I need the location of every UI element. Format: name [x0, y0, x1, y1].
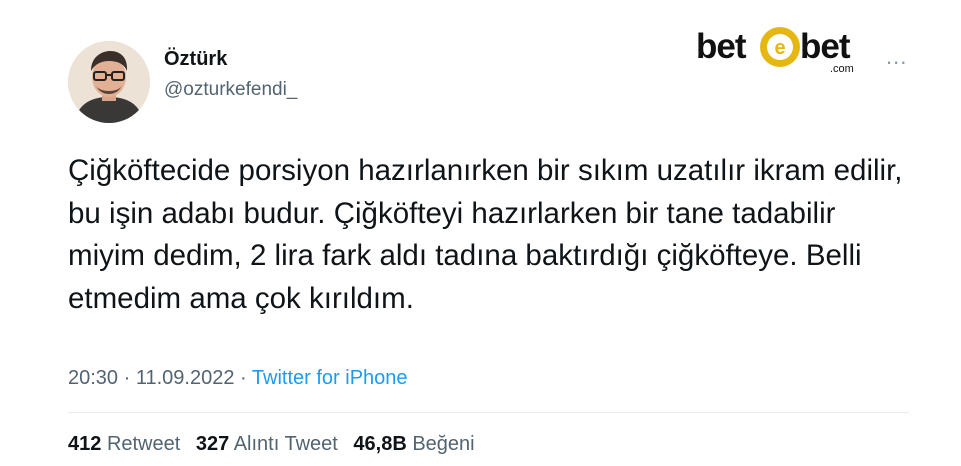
engagement-stats: 412 Retweet 327 Alıntı Tweet 46,8B Beğen… — [68, 433, 485, 456]
brand-logo-text-left: bet — [696, 27, 747, 66]
more-dots-icon[interactable]: ... — [886, 44, 907, 70]
person-avatar-icon — [68, 41, 150, 123]
quote-count: 327 — [195, 433, 230, 455]
tweet-text: Çiğköftecide porsiyon hazırlanırken bir … — [68, 154, 903, 315]
quote-tweet-stat[interactable]: 327 Alıntı Tweet — [196, 433, 338, 455]
author-display-name[interactable]: Öztürk — [164, 48, 227, 71]
author-handle[interactable]: @ozturkefendi_ — [164, 79, 297, 101]
brand-logo: bet e bet .com — [696, 26, 872, 76]
divider — [68, 412, 909, 413]
tweet-meta: 20:30 · 11.09.2022 · Twitter for iPhone — [68, 367, 408, 390]
meta-separator: · — [240, 367, 247, 389]
meta-separator: · — [123, 367, 131, 389]
tweet-date[interactable]: 11.09.2022 — [136, 367, 235, 389]
svg-text:e: e — [774, 37, 785, 59]
brand-logo-suffix: .com — [830, 63, 854, 75]
brand-logo-text-right: bet — [800, 27, 851, 66]
like-count: 46,8B — [353, 433, 407, 455]
like-stat[interactable]: 46,8B Beğeni — [353, 433, 474, 455]
retweet-label: Retweet — [106, 433, 181, 455]
chip-e-logo-icon: e — [760, 27, 800, 67]
like-label: Beğeni — [412, 433, 475, 455]
retweet-count: 412 — [68, 433, 102, 455]
retweet-stat[interactable]: 412 Retweet — [68, 433, 180, 455]
quote-label: Alıntı Tweet — [233, 433, 338, 455]
tweet-time[interactable]: 20:30 — [68, 367, 118, 389]
tweet-source-link[interactable]: Twitter for iPhone — [252, 367, 408, 389]
avatar[interactable] — [68, 41, 150, 123]
